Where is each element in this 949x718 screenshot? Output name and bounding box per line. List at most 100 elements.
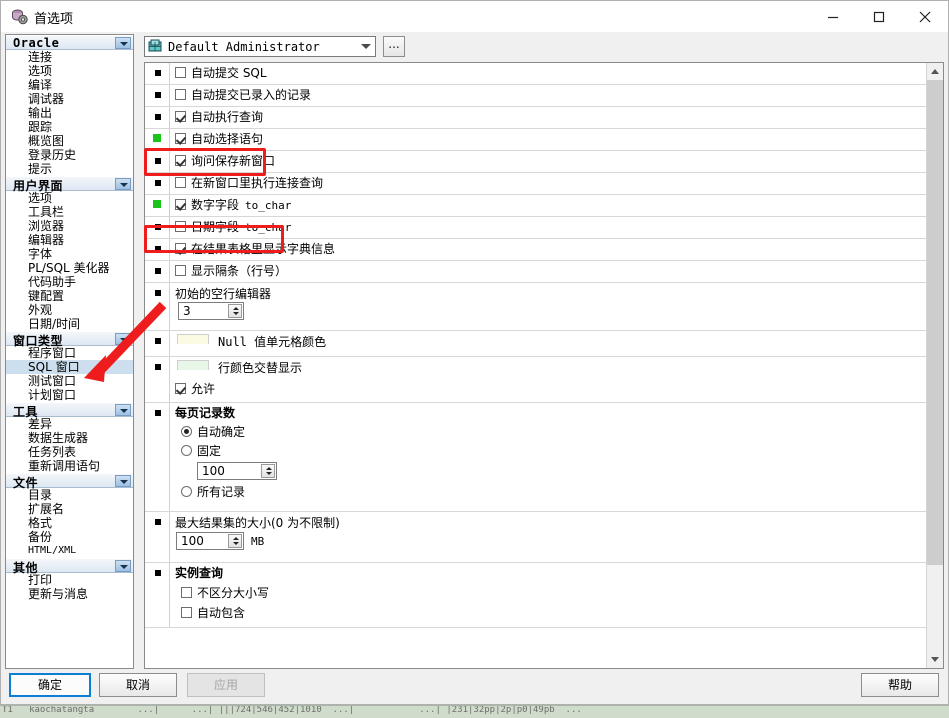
spinner-arrows-icon[interactable]	[228, 304, 242, 318]
checkbox-show-dict-info-in-grid[interactable]: 在结果表格里显示字典信息	[175, 239, 926, 259]
chevron-down-icon[interactable]	[115, 37, 131, 49]
spinner-max-result-set[interactable]: 100	[176, 532, 244, 550]
checkbox-empty-icon[interactable]	[175, 177, 186, 188]
sidebar-item-oracle-0[interactable]: 连接	[6, 50, 133, 64]
checkbox-empty-icon[interactable]	[175, 89, 186, 100]
sidebar-item-files-0[interactable]: 目录	[6, 488, 133, 502]
checkbox-ask-save-new-window[interactable]: 询问保存新窗口	[175, 151, 926, 171]
sidebar-item-window-types-1[interactable]: SQL 窗口	[6, 360, 133, 374]
chevron-down-icon[interactable]	[927, 651, 943, 668]
radio-auto-determine[interactable]: 自动确定	[181, 423, 926, 442]
ok-button[interactable]: 确定	[9, 673, 91, 697]
sidebar-item-oracle-5[interactable]: 跟踪	[6, 120, 133, 134]
sidebar-group-files[interactable]: 文件	[6, 473, 133, 490]
sidebar-item-oracle-8[interactable]: 提示	[6, 162, 133, 176]
sidebar-item-files-1[interactable]: 扩展名	[6, 502, 133, 516]
chevron-down-icon[interactable]	[115, 475, 131, 487]
minimize-icon[interactable]	[810, 1, 856, 32]
sidebar-item-oracle-3[interactable]: 调试器	[6, 92, 133, 106]
spinner-records-per-page-fixed[interactable]: 100	[197, 462, 277, 480]
sidebar-item-others-1[interactable]: 更新与消息	[6, 587, 133, 601]
sidebar-item-user-interface-3[interactable]: 编辑器	[6, 233, 133, 247]
sidebar-item-oracle-6[interactable]: 概览图	[6, 134, 133, 148]
help-button[interactable]: 帮助	[861, 673, 939, 697]
sidebar-item-user-interface-7[interactable]: 键配置	[6, 289, 133, 303]
sidebar-item-oracle-2[interactable]: 编译	[6, 78, 133, 92]
checkbox-empty-icon[interactable]	[175, 67, 186, 78]
sidebar-group-tools[interactable]: 工具	[6, 402, 133, 419]
checkmark-icon[interactable]	[175, 383, 186, 394]
color-swatch[interactable]	[177, 334, 209, 344]
checkbox-case-insensitive[interactable]: 不区分大小写	[181, 583, 926, 603]
apply-button[interactable]: 应用	[187, 673, 265, 697]
checkbox-auto-commit-posted[interactable]: 自动提交已录入的记录	[175, 85, 926, 105]
maximize-icon[interactable]	[856, 1, 902, 32]
checkbox-auto-execute-query[interactable]: 自动执行查询	[175, 107, 926, 127]
scrollbar-thumb[interactable]	[927, 80, 943, 565]
checkmark-icon[interactable]	[175, 155, 186, 166]
sidebar-item-tools-2[interactable]: 任务列表	[6, 445, 133, 459]
sidebar-group-oracle[interactable]: Oracle	[6, 35, 133, 50]
checkmark-icon[interactable]	[175, 199, 186, 210]
sidebar-item-user-interface-6[interactable]: 代码助手	[6, 275, 133, 289]
sidebar-item-others-0[interactable]: 打印	[6, 573, 133, 587]
checkbox-empty-icon[interactable]	[181, 587, 192, 598]
checkbox-auto-commit-sql[interactable]: 自动提交 SQL	[175, 63, 926, 83]
sidebar-item-files-3[interactable]: 备份	[6, 530, 133, 544]
radio-empty-icon[interactable]	[181, 486, 192, 497]
spinner-initial-blank-editor[interactable]: 3	[178, 302, 244, 320]
sidebar-item-tools-3[interactable]: 重新调用语句	[6, 459, 133, 473]
checkmark-icon[interactable]	[175, 111, 186, 122]
sidebar-item-files-2[interactable]: 格式	[6, 516, 133, 530]
spinner-arrows-icon[interactable]	[228, 534, 242, 548]
radio-all-records[interactable]: 所有记录	[181, 483, 926, 502]
spinner-value[interactable]: 3	[183, 304, 191, 318]
close-icon[interactable]	[902, 1, 948, 32]
sidebar-item-tools-0[interactable]: 差异	[6, 417, 133, 431]
sidebar-item-window-types-2[interactable]: 测试窗口	[6, 374, 133, 388]
sidebar-item-tools-1[interactable]: 数据生成器	[6, 431, 133, 445]
radio-empty-icon[interactable]	[181, 445, 192, 456]
sidebar-item-oracle-1[interactable]: 选项	[6, 64, 133, 78]
checkbox-empty-icon[interactable]	[175, 265, 186, 276]
checkmark-icon[interactable]	[175, 243, 186, 254]
checkbox-number-field-to-char[interactable]: 数字字段 to_char	[175, 195, 926, 215]
sidebar-item-files-4[interactable]: HTML/XML	[6, 544, 133, 558]
chevron-down-icon[interactable]	[115, 404, 131, 416]
cancel-button[interactable]: 取消	[99, 673, 177, 697]
checkbox-date-field-to-char[interactable]: 日期字段 to_char	[175, 217, 926, 237]
radio-selected-icon[interactable]	[181, 426, 192, 437]
spinner-value[interactable]: 100	[202, 464, 225, 478]
sidebar-item-user-interface-1[interactable]: 工具栏	[6, 205, 133, 219]
sidebar-group-others[interactable]: 其他	[6, 558, 133, 575]
checkbox-auto-select-statement[interactable]: 自动选择语句	[175, 129, 926, 149]
profile-browse-button[interactable]: ...	[383, 36, 405, 57]
sidebar-item-user-interface-9[interactable]: 日期/时间	[6, 317, 133, 331]
color-swatch[interactable]	[177, 360, 209, 370]
sidebar-item-user-interface-0[interactable]: 选项	[6, 191, 133, 205]
checkbox-row-alt-enable[interactable]: 允许	[175, 379, 926, 399]
checkbox-exec-link-query-new-win[interactable]: 在新窗口里执行连接查询	[175, 173, 926, 193]
sidebar-item-user-interface-5[interactable]: PL/SQL 美化器	[6, 261, 133, 275]
settings-category-tree[interactable]: Oracle 连接 选项 编译 调试器 输出 跟踪 概览图 登录历史 提示 用户界面 选项 工具栏 浏览器…	[5, 34, 134, 669]
row-alt-color-picker[interactable]: 行颜色交替显示	[175, 357, 926, 379]
checkbox-show-gutter-line-numbers[interactable]: 显示隔条（行号）	[175, 261, 926, 281]
spinner-value[interactable]: 100	[181, 534, 204, 548]
profile-combobox[interactable]: Default Administrator	[144, 36, 376, 57]
null-color-picker[interactable]: Null 值单元格颜色	[175, 331, 926, 354]
sidebar-item-window-types-3[interactable]: 计划窗口	[6, 388, 133, 402]
chevron-down-icon[interactable]	[115, 178, 131, 190]
chevron-down-icon[interactable]	[361, 44, 371, 49]
sidebar-item-window-types-0[interactable]: 程序窗口	[6, 346, 133, 360]
spinner-arrows-icon[interactable]	[261, 464, 275, 478]
checkbox-auto-include[interactable]: 自动包含	[181, 603, 926, 623]
sidebar-item-oracle-7[interactable]: 登录历史	[6, 148, 133, 162]
chevron-up-icon[interactable]	[927, 63, 943, 80]
sidebar-item-oracle-4[interactable]: 输出	[6, 106, 133, 120]
sidebar-group-user-interface[interactable]: 用户界面	[6, 176, 133, 193]
checkbox-empty-icon[interactable]	[181, 607, 192, 618]
checkmark-icon[interactable]	[175, 133, 186, 144]
options-vertical-scrollbar[interactable]	[926, 63, 943, 668]
sidebar-item-user-interface-4[interactable]: 字体	[6, 247, 133, 261]
radio-fixed[interactable]: 固定	[181, 442, 926, 461]
